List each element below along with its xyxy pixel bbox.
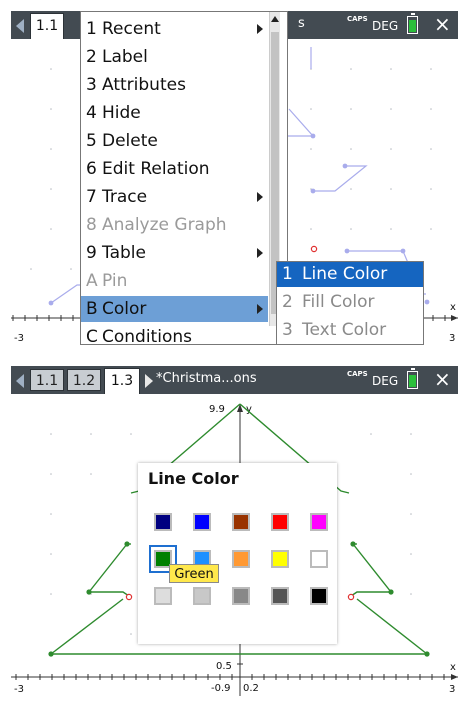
y-min-label: -0.9 [211, 683, 231, 694]
x-max-label: 3 [449, 684, 455, 695]
tree-left-branch [50, 284, 83, 304]
menu-item-label[interactable]: 2 Label [81, 44, 268, 70]
submenu-arrow-icon [257, 192, 263, 202]
color-swatch[interactable] [232, 587, 250, 605]
color-tooltip: Green [169, 564, 219, 583]
tab-1-1[interactable]: 1.1 [30, 13, 64, 39]
open-point-left [125, 593, 133, 601]
color-swatch[interactable] [310, 513, 328, 531]
menu-item-pin: A Pin [86, 271, 128, 291]
color-swatch[interactable] [232, 550, 250, 568]
menu-item-delete[interactable]: 5 Delete [81, 128, 268, 154]
caps-indicator: CAPS [347, 370, 368, 378]
handheld-screen-bottom: 1.1 1.2 1.3 *Christma...ons CAPS DEG × 9… [11, 366, 458, 696]
submenu-arrow-icon [257, 24, 263, 34]
top-bar: 1.1 1.2 1.3 *Christma...ons CAPS DEG × [11, 366, 458, 394]
caps-indicator: CAPS [347, 15, 368, 23]
color-swatch[interactable] [271, 513, 289, 531]
x-max-label: 3 [449, 333, 455, 344]
palette-title: Line Color [148, 469, 239, 488]
y-tick-label: 0.5 [216, 661, 232, 672]
submenu-item-line-color[interactable]: 1 Line Color [277, 262, 423, 287]
menu-item-recent[interactable]: 1 Recent [81, 16, 268, 42]
battery-icon [407, 13, 418, 34]
x-min-label: -3 [14, 684, 24, 695]
color-swatch[interactable] [271, 550, 289, 568]
scroll-up-arrow-icon[interactable] [271, 16, 279, 22]
open-point-right [347, 593, 355, 601]
document-title-fragment: s [298, 16, 305, 31]
tab-1-3[interactable]: 1.3 [104, 368, 140, 394]
angle-mode-indicator: DEG [372, 374, 399, 388]
color-swatch[interactable] [193, 513, 211, 531]
menu-item-edit-relation[interactable]: 6 Edit Relation [81, 156, 268, 182]
submenu-item-fill-color[interactable]: 2 Fill Color [277, 290, 423, 315]
menu-item-trace[interactable]: 7 Trace [81, 184, 268, 210]
open-point [310, 245, 318, 253]
menu-item-analyze-graph: 8 Analyze Graph [86, 215, 227, 235]
submenu-arrow-icon [257, 248, 263, 258]
previous-page-arrow-icon[interactable] [16, 374, 24, 388]
color-swatch[interactable] [310, 587, 328, 605]
x-axis-label: x [450, 662, 456, 673]
context-menu: 1 Recent 2 Label 3 Attributes 4 Hide 5 Delete… [80, 11, 288, 345]
tree-right-branches [286, 47, 426, 295]
x-tick-label: 0.2 [243, 683, 259, 694]
x-min-label: -3 [14, 333, 24, 344]
menu-item-conditions[interactable]: C Conditions [81, 324, 268, 345]
tab-1-1[interactable]: 1.1 [30, 369, 64, 391]
color-swatch[interactable] [271, 587, 289, 605]
color-swatch[interactable] [232, 513, 250, 531]
battery-icon [407, 368, 418, 389]
close-icon[interactable]: × [434, 369, 451, 389]
angle-mode-indicator: DEG [372, 19, 399, 33]
tab-1-2[interactable]: 1.2 [67, 369, 101, 391]
previous-page-arrow-icon[interactable] [16, 19, 24, 33]
next-page-arrow-icon[interactable] [145, 374, 153, 388]
submenu-arrow-icon [257, 304, 263, 314]
x-axis-label: x [450, 302, 456, 313]
menu-item-color[interactable]: B Color [81, 296, 268, 322]
color-swatch[interactable] [154, 587, 172, 605]
menu-item-attributes[interactable]: 3 Attributes [81, 72, 268, 98]
line-color-palette: Line Color Green [138, 463, 337, 644]
color-submenu: 1 Line Color 2 Fill Color 3 Text Color [276, 261, 424, 345]
document-title: *Christma...ons [156, 371, 257, 386]
color-swatch[interactable] [154, 513, 172, 531]
tree-left-point [48, 300, 54, 306]
close-icon[interactable]: × [434, 14, 451, 34]
color-swatch[interactable] [310, 550, 328, 568]
handheld-screen-top: 1.1 s CAPS DEG × -3 3 x 1 Recent 2 Label… [11, 11, 458, 345]
menu-item-table[interactable]: 9 Table [81, 240, 268, 266]
menu-item-hide[interactable]: 4 Hide [81, 100, 268, 126]
submenu-item-text-color[interactable]: 3 Text Color [277, 318, 423, 343]
color-swatch[interactable] [193, 587, 211, 605]
y-max-label: 9.9 [209, 404, 225, 415]
